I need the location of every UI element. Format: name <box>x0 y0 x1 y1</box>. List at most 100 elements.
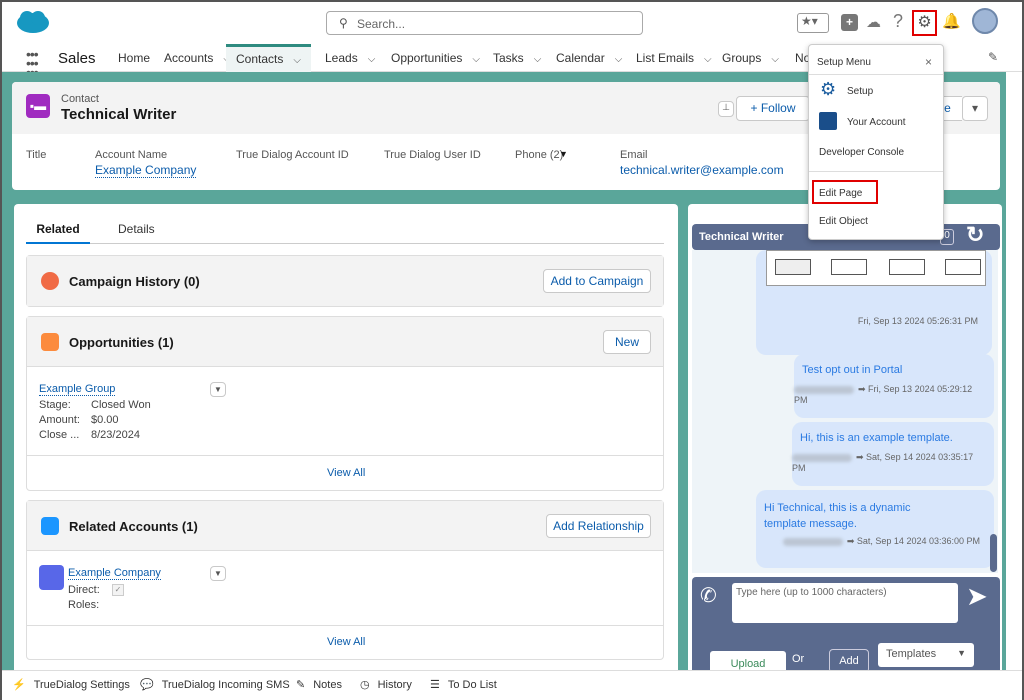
chat-title: Technical Writer <box>699 231 784 243</box>
composer: ✆ Type here (up to 1000 characters) ➤ Up… <box>692 577 1000 674</box>
setup-menu-title: Setup Menu <box>817 57 871 68</box>
chat-icon: 💬 <box>140 679 154 691</box>
close-icon[interactable]: × <box>925 55 932 69</box>
section-title: Campaign History (0) <box>69 274 200 289</box>
field-label: Amount: <box>39 414 80 426</box>
field-label: Account Name <box>95 149 168 161</box>
search-icon: ⚲ <box>339 16 348 30</box>
row-actions-dropdown[interactable]: ▼ <box>210 566 226 581</box>
nav-item-groups[interactable]: Groups ⌵ <box>722 44 779 72</box>
message-scrollbar[interactable] <box>990 534 997 572</box>
notes-icon: ✎ <box>296 679 306 691</box>
nav-item-accounts[interactable]: Accounts⌵ <box>164 44 231 72</box>
menu-item-developer-console[interactable]: Developer Console <box>819 147 904 158</box>
field-value: 8/23/2024 <box>91 429 140 441</box>
or-label: Or <box>792 653 805 665</box>
field-value-link[interactable]: Example Company <box>95 163 197 178</box>
view-all-opportunities-link[interactable]: View All <box>327 467 365 479</box>
field-value: $0.00 <box>91 414 119 426</box>
message-timestamp: Sat, Sep 14 2024 03:36:00 PM <box>856 536 980 546</box>
chevron-down-icon[interactable]: ⌵ <box>293 49 301 73</box>
actions-dropdown-button[interactable]: ▾ <box>962 96 988 121</box>
record-title: Technical Writer <box>61 106 177 123</box>
notifications-bell-icon[interactable]: 🔔 <box>942 12 961 30</box>
row-actions-dropdown[interactable]: ▼ <box>210 382 226 397</box>
chevron-down-icon[interactable]: ⌵ <box>615 46 623 74</box>
object-label: Contact <box>61 93 99 105</box>
phone-dropdown-icon[interactable]: ▼ <box>559 149 568 159</box>
message-bubble: Fri, Sep 13 2024 05:26:31 PM <box>756 250 992 355</box>
edit-nav-pencil-icon[interactable]: ✎ <box>988 50 998 64</box>
opportunity-link[interactable]: Example Group <box>39 383 116 396</box>
refresh-icon[interactable]: ↻ <box>966 222 984 248</box>
campaign-icon <box>41 272 59 290</box>
message-bubble: Hi Technical, this is a dynamic template… <box>756 490 994 568</box>
favorites-star-icon[interactable]: ★▾ <box>797 13 829 33</box>
chevron-down-icon[interactable]: ⌵ <box>368 46 376 74</box>
nav-item-tasks[interactable]: Tasks ⌵ <box>493 44 541 72</box>
message-list[interactable]: Fri, Sep 13 2024 05:26:31 PM Test opt ou… <box>692 250 998 573</box>
field-value: Closed Won <box>91 399 151 411</box>
field-value-link[interactable]: technical.writer@example.com <box>620 163 784 177</box>
account-link[interactable]: Example Company <box>68 567 161 580</box>
field-label: Stage: <box>39 399 71 411</box>
message-bubble: Hi, this is an example template. ➡ Sat, … <box>792 422 994 486</box>
app-name: Sales <box>58 50 96 67</box>
tab-details[interactable]: Details <box>118 222 155 236</box>
nav-item-list-emails[interactable]: List Emails ⌵ <box>636 44 712 72</box>
menu-item-edit-object[interactable]: Edit Object <box>819 216 868 227</box>
menu-item-your-account[interactable]: Your Account <box>847 117 906 128</box>
send-icon[interactable]: ➤ <box>966 581 988 612</box>
search-input[interactable]: ⚲ Search... <box>326 11 643 35</box>
image-attachment[interactable] <box>766 250 986 286</box>
account-icon <box>39 565 64 590</box>
utility-item[interactable]: ✎ Notes <box>296 678 342 691</box>
trailhead-icon[interactable]: ☁ <box>866 13 881 31</box>
view-all-accounts-link[interactable]: View All <box>327 636 365 648</box>
chevron-down-icon[interactable]: ⌵ <box>771 46 779 74</box>
chevron-down-icon[interactable]: ⌵ <box>704 46 712 74</box>
message-text: Hi Technical, this is a dynamic template… <box>764 502 911 530</box>
chevron-down-icon[interactable]: ⌵ <box>472 46 480 74</box>
add-icon[interactable]: + <box>841 14 858 31</box>
follow-button[interactable]: + Follow <box>736 96 810 121</box>
add-relationship-button[interactable]: Add Relationship <box>546 514 651 538</box>
nav-item-opportunities[interactable]: Opportunities ⌵ <box>391 44 480 72</box>
menu-item-edit-page[interactable]: Edit Page <box>819 188 862 199</box>
nav-item-calendar[interactable]: Calendar ⌵ <box>556 44 622 72</box>
nav-item-leads[interactable]: Leads ⌵ <box>325 44 375 72</box>
truedialog-chat: Technical Writer 0 ↻ Fri, Sep 13 2024 05… <box>688 204 1002 674</box>
utility-item[interactable]: 💬 TrueDialog Incoming SMS <box>140 678 290 691</box>
setup-gear-icon[interactable]: ⚙ <box>912 10 937 36</box>
message-text: Test opt out in Portal <box>802 364 903 376</box>
utility-item[interactable]: ☰ To Do List <box>430 678 497 691</box>
message-timestamp: Fri, Sep 13 2024 05:26:31 PM <box>857 316 978 326</box>
templates-select[interactable]: Templates ▼ <box>878 643 974 667</box>
add-to-campaign-button[interactable]: Add to Campaign <box>543 269 651 293</box>
salesforce-logo[interactable] <box>16 10 50 34</box>
chevron-down-icon[interactable]: ⌵ <box>534 46 542 74</box>
utility-item[interactable]: ⚡ TrueDialog Settings <box>12 678 130 691</box>
hierarchy-icon[interactable]: ⊥ <box>718 101 734 117</box>
nav-item-home[interactable]: Home <box>118 44 150 72</box>
message-text: Hi, this is an example template. <box>800 432 953 444</box>
lightning-icon: ⚡ <box>12 679 26 691</box>
new-opportunity-button[interactable]: New <box>603 330 651 354</box>
section-title: Related Accounts (1) <box>69 519 198 534</box>
field-label: Phone (2) <box>515 149 564 161</box>
tab-related[interactable]: Related <box>26 222 90 244</box>
contact-icon: ▪▬ <box>26 94 50 118</box>
app-launcher-icon[interactable]: ••••••••• <box>26 47 44 79</box>
setup-menu: Setup Menu × ⚙ Setup Your Account Develo… <box>808 44 944 240</box>
phone-icon[interactable]: ✆ <box>700 583 717 608</box>
todo-list-icon: ☰ <box>430 679 440 691</box>
direct-label: Direct: <box>68 584 100 596</box>
message-input[interactable]: Type here (up to 1000 characters) <box>732 583 958 623</box>
nav-item-contacts[interactable]: Contacts ⌵ <box>226 44 311 72</box>
avatar[interactable] <box>972 8 998 34</box>
message-bubble: Test opt out in Portal ➡ Fri, Sep 13 202… <box>794 354 994 418</box>
utility-item[interactable]: ◷ History <box>360 678 412 691</box>
field-label: True Dialog User ID <box>384 149 481 161</box>
menu-item-setup[interactable]: Setup <box>847 86 873 97</box>
help-icon[interactable]: ? <box>893 11 903 32</box>
